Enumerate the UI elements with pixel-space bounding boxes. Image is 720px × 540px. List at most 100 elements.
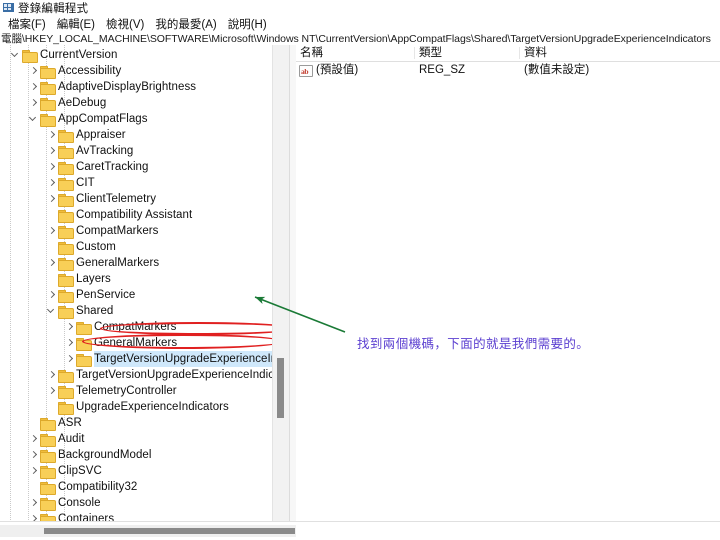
menu-file[interactable]: 檔案(F) bbox=[4, 15, 53, 33]
tree-item-label: ClipSVC bbox=[58, 465, 102, 477]
tree-item-label: Compatibility Assistant bbox=[76, 209, 193, 221]
value-name[interactable]: (預設值) bbox=[312, 62, 418, 78]
tree-item[interactable]: Appraiser bbox=[0, 127, 272, 143]
tree-item[interactable]: PenService bbox=[0, 287, 272, 303]
pane-bottom-divider bbox=[0, 521, 720, 522]
tree-item[interactable]: Console bbox=[0, 495, 272, 511]
tree-item[interactable]: TelemetryController bbox=[0, 383, 272, 399]
chevron-right-icon[interactable] bbox=[46, 367, 58, 383]
registry-values-pane[interactable]: 名稱 類型 資料 (預設值) REG_SZ (數值未設定) bbox=[296, 45, 720, 521]
tree-item[interactable]: GeneralMarkers bbox=[0, 255, 272, 271]
menu-edit[interactable]: 編輯(E) bbox=[53, 15, 102, 33]
chevron-right-icon[interactable] bbox=[64, 351, 76, 367]
tree-item[interactable]: CurrentVersion bbox=[0, 47, 272, 63]
tree-item-label: ASR bbox=[58, 417, 82, 429]
folder-icon bbox=[40, 65, 56, 79]
chevron-right-icon[interactable] bbox=[46, 287, 58, 303]
chevron-right-icon[interactable] bbox=[46, 255, 58, 271]
tree-item[interactable]: AdaptiveDisplayBrightness bbox=[0, 79, 272, 95]
tree-hscrollbar-thumb[interactable] bbox=[44, 528, 295, 534]
folder-icon bbox=[40, 433, 56, 447]
tree-item[interactable]: ClientTelemetry bbox=[0, 191, 272, 207]
tree-item[interactable]: Audit bbox=[0, 431, 272, 447]
tree-item[interactable]: Compatibility Assistant bbox=[0, 207, 272, 223]
tree-vertical-scrollbar[interactable] bbox=[272, 45, 289, 521]
column-header-data[interactable]: 資料 bbox=[520, 45, 720, 61]
folder-icon bbox=[40, 113, 56, 127]
tree-item[interactable]: CIT bbox=[0, 175, 272, 191]
tree-item-label: Console bbox=[58, 497, 101, 509]
tree-item[interactable]: AppCompatFlags bbox=[0, 111, 272, 127]
chevron-right-icon[interactable] bbox=[28, 495, 40, 511]
chevron-right-icon[interactable] bbox=[46, 223, 58, 239]
chevron-right-icon[interactable] bbox=[28, 79, 40, 95]
chevron-down-icon[interactable] bbox=[28, 111, 40, 127]
chevron-down-icon[interactable] bbox=[46, 303, 58, 319]
tree-item[interactable]: UpgradeExperienceIndicators bbox=[0, 399, 272, 415]
chevron-right-icon[interactable] bbox=[46, 175, 58, 191]
tree-item[interactable]: TargetVersionUpgradeExperienceIndicators bbox=[0, 367, 272, 383]
tree-item-label: Layers bbox=[76, 273, 111, 285]
string-value-icon bbox=[299, 64, 313, 80]
registry-tree-pane[interactable]: CurrentVersion Accessibility AdaptiveDispl… bbox=[0, 45, 289, 521]
tree-item[interactable]: Shared bbox=[0, 303, 272, 319]
chevron-right-icon[interactable] bbox=[28, 447, 40, 463]
chevron-right-icon[interactable] bbox=[28, 511, 40, 521]
tree-item[interactable]: TargetVersionUpgradeExperienceIndicators bbox=[0, 351, 272, 367]
tree-item-label: GeneralMarkers bbox=[76, 257, 160, 269]
chevron-right-icon[interactable] bbox=[46, 191, 58, 207]
value-row[interactable]: (預設值) REG_SZ (數值未設定) bbox=[296, 62, 720, 80]
folder-icon bbox=[58, 369, 74, 383]
value-type[interactable]: REG_SZ bbox=[415, 62, 523, 78]
tree-item-label: GeneralMarkers bbox=[94, 337, 178, 349]
chevron-right-icon[interactable] bbox=[46, 143, 58, 159]
tree-item[interactable]: ASR bbox=[0, 415, 272, 431]
chevron-right-icon[interactable] bbox=[46, 383, 58, 399]
chevron-right-icon[interactable] bbox=[64, 319, 76, 335]
tree-item-label: Accessibility bbox=[58, 65, 122, 77]
tree-item-label: AvTracking bbox=[76, 145, 134, 157]
chevron-right-icon[interactable] bbox=[64, 335, 76, 351]
menu-help[interactable]: 說明(H) bbox=[224, 15, 274, 33]
folder-icon bbox=[40, 81, 56, 95]
chevron-right-icon[interactable] bbox=[46, 159, 58, 175]
address-bar[interactable]: 電腦\HKEY_LOCAL_MACHINE\SOFTWARE\Microsoft… bbox=[0, 32, 720, 46]
menu-view[interactable]: 檢視(V) bbox=[102, 15, 151, 33]
chevron-right-icon[interactable] bbox=[28, 463, 40, 479]
annotation-note: 找到兩個機碼，下面的就是我們需要的。 bbox=[357, 336, 590, 351]
tree-horizontal-scrollbar[interactable] bbox=[0, 525, 296, 537]
tree-item[interactable]: Accessibility bbox=[0, 63, 272, 79]
tree-scrollbar-thumb[interactable] bbox=[277, 358, 284, 418]
tree-item-label: CIT bbox=[76, 177, 95, 189]
address-path[interactable]: 電腦\HKEY_LOCAL_MACHINE\SOFTWARE\Microsoft… bbox=[0, 31, 711, 46]
tree-item[interactable]: AvTracking bbox=[0, 143, 272, 159]
tree-item[interactable]: CompatMarkers bbox=[0, 223, 272, 239]
tree-item[interactable]: CaretTracking bbox=[0, 159, 272, 175]
folder-icon bbox=[40, 465, 56, 479]
tree-item-label: CompatMarkers bbox=[76, 225, 159, 237]
tree-item-label: CaretTracking bbox=[76, 161, 149, 173]
chevron-right-icon[interactable] bbox=[28, 431, 40, 447]
column-header-name[interactable]: 名稱 bbox=[296, 45, 418, 61]
menu-favorites[interactable]: 我的最愛(A) bbox=[151, 15, 223, 33]
tree-item[interactable]: CompatMarkers bbox=[0, 319, 272, 335]
tree-item[interactable]: Layers bbox=[0, 271, 272, 287]
registry-tree[interactable]: CurrentVersion Accessibility AdaptiveDispl… bbox=[0, 45, 272, 521]
tree-item[interactable]: Custom bbox=[0, 239, 272, 255]
tree-item[interactable]: Compatibility32 bbox=[0, 479, 272, 495]
folder-icon bbox=[40, 481, 56, 495]
tree-item[interactable]: BackgroundModel bbox=[0, 447, 272, 463]
column-header-type[interactable]: 類型 bbox=[415, 45, 523, 61]
tree-item-label: Containers bbox=[58, 513, 115, 521]
chevron-down-icon[interactable] bbox=[10, 47, 22, 63]
value-data[interactable]: (數值未設定) bbox=[520, 62, 720, 78]
chevron-right-icon[interactable] bbox=[28, 95, 40, 111]
tree-item[interactable]: ClipSVC bbox=[0, 463, 272, 479]
tree-item-label: AppCompatFlags bbox=[58, 113, 148, 125]
chevron-right-icon[interactable] bbox=[46, 127, 58, 143]
tree-item[interactable]: Containers bbox=[0, 511, 272, 521]
tree-item[interactable]: AeDebug bbox=[0, 95, 272, 111]
chevron-right-icon[interactable] bbox=[28, 63, 40, 79]
tree-item-label: ClientTelemetry bbox=[76, 193, 156, 205]
tree-item[interactable]: GeneralMarkers bbox=[0, 335, 272, 351]
